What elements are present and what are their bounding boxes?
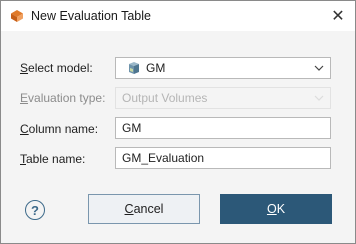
evaluation-type-label: Evaluation type: xyxy=(20,91,106,105)
select-model-dropdown[interactable]: GM xyxy=(115,57,331,79)
chevron-down-icon xyxy=(314,95,324,101)
column-name-input[interactable] xyxy=(122,121,330,135)
chevron-down-icon xyxy=(314,65,324,71)
evaluation-type-value: Output Volumes xyxy=(122,91,208,105)
close-button[interactable]: ✕ xyxy=(327,5,349,27)
help-icon: ? xyxy=(31,202,39,218)
ok-button[interactable]: OK xyxy=(220,194,332,224)
select-model-value: GM xyxy=(146,61,166,75)
column-name-field[interactable] xyxy=(115,117,331,139)
model-icon xyxy=(129,62,139,74)
dialog-window: New Evaluation Table ✕ Select model: GM … xyxy=(0,0,356,244)
app-icon xyxy=(11,10,23,22)
select-model-label: Select model: xyxy=(20,61,93,75)
help-button[interactable]: ? xyxy=(25,200,45,220)
evaluation-type-dropdown[interactable]: Output Volumes xyxy=(115,87,331,109)
close-icon: ✕ xyxy=(331,8,345,25)
table-name-input[interactable] xyxy=(122,151,330,165)
title-bar: New Evaluation Table ✕ xyxy=(1,1,355,31)
cancel-button[interactable]: Cancel xyxy=(88,194,200,224)
window-title: New Evaluation Table xyxy=(31,9,151,23)
column-name-label: Column name: xyxy=(20,122,99,136)
table-name-field[interactable] xyxy=(115,147,331,169)
table-name-label: Table name: xyxy=(20,152,86,166)
